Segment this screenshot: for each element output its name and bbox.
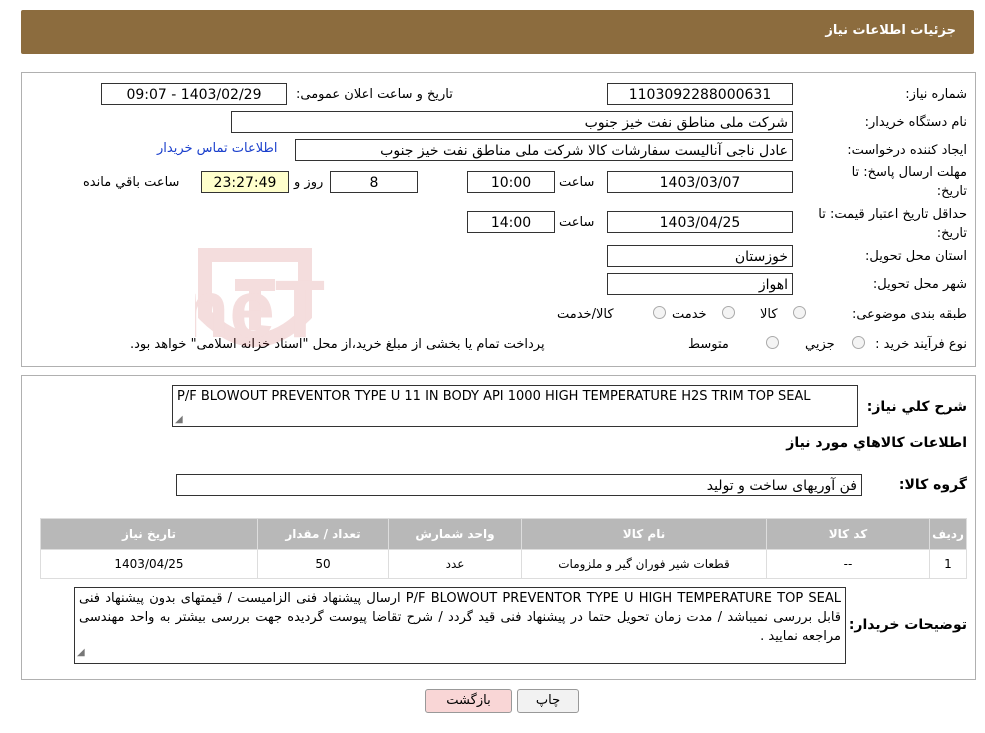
- summary-text: P/F BLOWOUT PREVENTOR TYPE U 11 IN BODY …: [177, 389, 811, 404]
- creator-field[interactable]: عادل ناجی آنالیست سفارشات کالا شرکت ملی …: [295, 139, 793, 161]
- summary-textarea[interactable]: P/F BLOWOUT PREVENTOR TYPE U 11 IN BODY …: [172, 385, 858, 427]
- validity-time-label: ساعت: [559, 215, 595, 230]
- print-button[interactable]: چاپ: [517, 689, 579, 713]
- col-need-date: تاريخ نياز: [40, 518, 258, 550]
- col-quantity: تعداد / مقدار: [257, 518, 389, 550]
- back-button[interactable]: بازگشت: [425, 689, 512, 713]
- process-label: نوع فرآیند خرید :: [875, 337, 967, 352]
- cell-item-code: --: [766, 549, 930, 579]
- days-remaining-field[interactable]: 8: [330, 171, 418, 193]
- col-item-code: کد کالا: [766, 518, 930, 550]
- validity-label: حداقل تاریخ اعتبار قیمت: تا: [818, 207, 967, 222]
- buyer-contact-link[interactable]: اطلاعات تماس خریدار: [157, 141, 277, 156]
- cell-item-name: قطعات شیر فوران گیر و ملزومات: [521, 549, 767, 579]
- category-radio-goods[interactable]: [793, 306, 806, 319]
- category-option-service: خدمت: [672, 307, 707, 322]
- validity-label-date: تاریخ:: [936, 226, 967, 241]
- buyer-notes-textarea[interactable]: P/F BLOWOUT PREVENTOR TYPE U HIGH TEMPER…: [74, 587, 846, 664]
- process-radio-minor[interactable]: [852, 336, 865, 349]
- cell-need-date: 1403/04/25: [40, 549, 258, 579]
- city-field[interactable]: اهواز: [607, 273, 793, 295]
- buyer-notes-text: P/F BLOWOUT PREVENTOR TYPE U HIGH TEMPER…: [79, 591, 841, 644]
- page-title: جزئیات اطلاعات نیاز: [825, 23, 956, 38]
- remaining-time-field[interactable]: 23:27:49: [201, 171, 289, 193]
- category-option-goods: کالا: [760, 307, 778, 322]
- cell-unit: عدد: [388, 549, 522, 579]
- announce-date-label: تاریخ و ساعت اعلان عمومی:: [296, 87, 453, 102]
- goods-table: رديف کد کالا نام کالا واحد شمارش تعداد /…: [40, 518, 967, 579]
- summary-label: شرح کلي نياز:: [866, 399, 967, 415]
- process-option-medium: متوسط: [688, 337, 729, 352]
- remaining-time-label: ساعت باقي مانده: [83, 175, 180, 190]
- category-radio-service[interactable]: [722, 306, 735, 319]
- process-radio-medium[interactable]: [766, 336, 779, 349]
- buyer-notes-label: توضيحات خريدار:: [848, 617, 967, 633]
- col-row-number: رديف: [929, 518, 967, 550]
- deadline-label: مهلت ارسال پاسخ: تا: [851, 165, 967, 180]
- city-label: شهر محل تحویل:: [872, 277, 967, 292]
- table-row[interactable]: 1 -- قطعات شیر فوران گیر و ملزومات عدد 5…: [40, 549, 967, 579]
- need-number-field[interactable]: 1103092288000631: [607, 83, 793, 105]
- resize-handle-icon[interactable]: ◢: [175, 414, 183, 425]
- days-label: روز و: [294, 175, 324, 190]
- process-note: پرداخت تمام یا بخشی از مبلغ خرید،از محل …: [130, 337, 545, 352]
- goods-info-title: اطلاعات کالاهاي مورد نياز: [786, 435, 967, 451]
- province-label: استان محل تحویل:: [865, 249, 967, 264]
- goods-group-label: گروه کالا:: [898, 477, 967, 493]
- category-radio-goods-service[interactable]: [653, 306, 666, 319]
- col-unit: واحد شمارش: [388, 518, 522, 550]
- deadline-date-field[interactable]: 1403/03/07: [607, 171, 793, 193]
- validity-date-field[interactable]: 1403/04/25: [607, 211, 793, 233]
- deadline-time-label: ساعت: [559, 175, 595, 190]
- goods-group-field[interactable]: فن آوریهای ساخت و تولید: [176, 474, 862, 496]
- table-header-row: رديف کد کالا نام کالا واحد شمارش تعداد /…: [40, 518, 967, 550]
- process-option-minor: جزیي: [805, 337, 835, 352]
- resize-handle-icon[interactable]: ◢: [77, 643, 85, 662]
- creator-label: ایجاد کننده درخواست:: [847, 143, 967, 158]
- category-label: طبقه بندی موضوعی:: [851, 307, 967, 322]
- validity-time-field[interactable]: 14:00: [467, 211, 555, 233]
- announce-date-field[interactable]: 1403/02/29 - 09:07: [101, 83, 287, 105]
- col-item-name: نام کالا: [521, 518, 767, 550]
- cell-quantity: 50: [257, 549, 389, 579]
- province-field[interactable]: خوزستان: [607, 245, 793, 267]
- deadline-time-field[interactable]: 10:00: [467, 171, 555, 193]
- cell-row-number: 1: [929, 549, 967, 579]
- buyer-org-label: نام دستگاه خریدار:: [864, 115, 967, 130]
- page-header: جزئیات اطلاعات نیاز: [21, 10, 974, 54]
- deadline-label-date: تاریخ:: [936, 184, 967, 199]
- buyer-org-field[interactable]: شرکت ملی مناطق نفت خیز جنوب: [231, 111, 793, 133]
- need-number-label: شماره نیاز:: [905, 87, 967, 102]
- category-option-goods-service: کالا/خدمت: [557, 307, 614, 322]
